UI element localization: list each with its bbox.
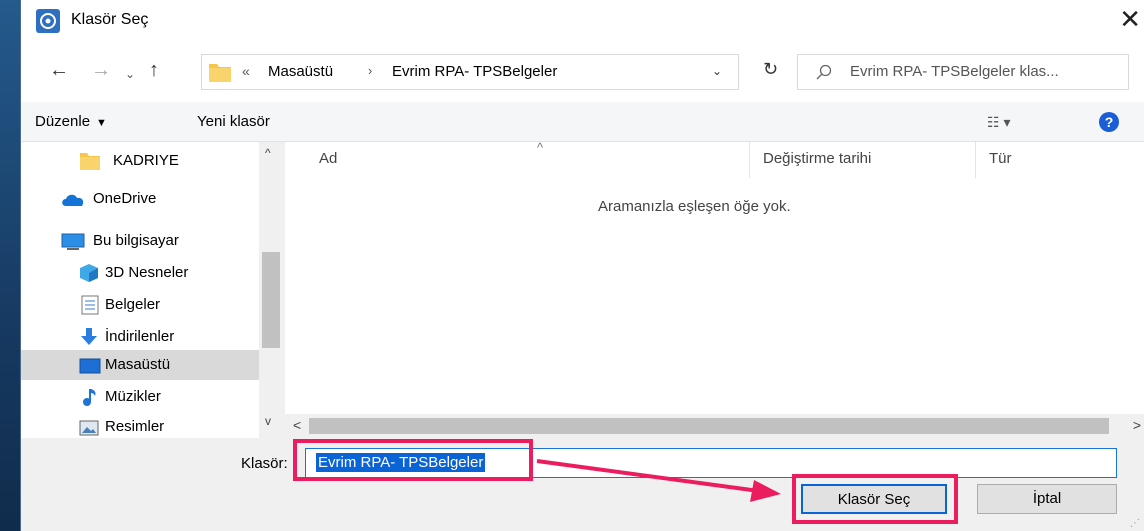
address-segment-desktop[interactable]: Masaüstü bbox=[268, 63, 333, 80]
organize-label: Düzenle bbox=[35, 113, 91, 130]
dialog-title: Klasör Seç bbox=[71, 11, 149, 28]
column-divider bbox=[975, 142, 976, 178]
tree-vertical-scrollbar[interactable]: ^ v bbox=[259, 142, 283, 438]
tree-item-label: Müzikler bbox=[105, 388, 161, 405]
scroll-up-icon[interactable]: ^ bbox=[265, 146, 271, 160]
back-arrow-icon[interactable]: ← bbox=[49, 60, 69, 80]
folder-select-dialog: Klasör Seç ✕ ← → ⌄ ↑ « Masaüstü › Evrim … bbox=[20, 0, 1144, 531]
app-icon bbox=[36, 9, 60, 33]
help-icon[interactable]: ? bbox=[1099, 112, 1119, 132]
cancel-button[interactable]: İptal bbox=[977, 484, 1117, 514]
tree-item-onedrive[interactable]: OneDrive bbox=[21, 184, 259, 214]
tree-item-label: 3D Nesneler bbox=[105, 264, 189, 281]
address-bar[interactable]: « Masaüstü › Evrim RPA- TPSBelgeler ⌄ bbox=[201, 54, 739, 90]
address-segment-current[interactable]: Evrim RPA- TPSBelgeler bbox=[392, 63, 557, 80]
search-icon bbox=[816, 64, 832, 80]
pictures-icon bbox=[79, 420, 99, 436]
navigation-pane: KADRIYE OneDrive Bu bilgisayar 3D Nesnel… bbox=[21, 142, 283, 438]
column-header-modified[interactable]: Değiştirme tarihi bbox=[763, 150, 871, 167]
scroll-left-icon[interactable]: < bbox=[293, 417, 301, 433]
address-dropdown-icon[interactable]: ⌄ bbox=[712, 64, 722, 78]
computer-icon bbox=[61, 233, 85, 250]
sort-ascending-icon: ^ bbox=[537, 140, 544, 155]
organize-button[interactable]: Düzenle ▼ bbox=[35, 113, 107, 130]
highlight-box-select-button bbox=[792, 474, 958, 524]
tree-item-documents[interactable]: Belgeler bbox=[21, 290, 259, 320]
cloud-icon bbox=[62, 194, 84, 206]
tree-item-label: Belgeler bbox=[105, 296, 161, 313]
tree-item-3d-objects[interactable]: 3D Nesneler bbox=[21, 258, 259, 288]
command-toolbar: Düzenle ▼ Yeni klasör ☷ ▾ ? bbox=[21, 102, 1144, 142]
refresh-icon[interactable]: ↻ bbox=[763, 60, 778, 78]
tree-item-downloads[interactable]: İndirilenler bbox=[21, 322, 259, 352]
music-icon bbox=[83, 389, 96, 406]
document-icon bbox=[81, 295, 99, 315]
folder-field-label: Klasör: bbox=[241, 455, 288, 472]
highlight-box-folder-input bbox=[293, 439, 533, 481]
scroll-thumb[interactable] bbox=[262, 252, 280, 348]
tree-item-label: İndirilenler bbox=[105, 328, 175, 345]
address-overflow-icon[interactable]: « bbox=[242, 63, 250, 79]
new-folder-button[interactable]: Yeni klasör bbox=[197, 113, 270, 130]
column-divider bbox=[749, 142, 750, 178]
tree-item-kadriye[interactable]: KADRIYE bbox=[21, 146, 259, 176]
close-icon[interactable]: ✕ bbox=[1119, 6, 1141, 32]
download-icon bbox=[81, 328, 97, 345]
empty-results-message: Aramanızla eşleşen öğe yok. bbox=[598, 198, 791, 215]
column-header-name[interactable]: Ad bbox=[319, 150, 337, 167]
file-list: ^ Ad Değiştirme tarihi Tür Aramanızla eş… bbox=[285, 140, 1144, 438]
file-list-horizontal-scrollbar[interactable]: < > bbox=[285, 414, 1144, 438]
address-chevron-icon[interactable]: › bbox=[368, 63, 372, 78]
scroll-right-icon[interactable]: > bbox=[1133, 417, 1141, 433]
folder-icon bbox=[209, 64, 231, 82]
tree-item-desktop[interactable]: Masaüstü bbox=[21, 350, 259, 380]
desktop-icon bbox=[79, 358, 101, 374]
column-header-type[interactable]: Tür bbox=[989, 150, 1012, 167]
tree-item-label: Bu bilgisayar bbox=[93, 232, 179, 249]
scroll-down-icon[interactable]: v bbox=[265, 414, 271, 428]
up-arrow-icon[interactable]: ↑ bbox=[149, 60, 159, 80]
title-bar: Klasör Seç ✕ bbox=[21, 0, 1144, 42]
tree-item-label: Masaüstü bbox=[105, 356, 171, 373]
tree-item-label: Resimler bbox=[105, 418, 165, 435]
tree-item-music[interactable]: Müzikler bbox=[21, 382, 259, 412]
view-options-icon[interactable]: ☷ ▾ bbox=[987, 114, 1010, 131]
tree-item-pictures[interactable]: Resimler bbox=[21, 412, 259, 438]
desktop-background bbox=[0, 0, 20, 531]
recent-locations-chevron-icon[interactable]: ⌄ bbox=[125, 64, 135, 84]
tree-item-this-pc[interactable]: Bu bilgisayar bbox=[21, 226, 259, 256]
scroll-thumb[interactable] bbox=[309, 418, 1109, 434]
resize-grip-icon[interactable]: ⋰ bbox=[1130, 518, 1140, 529]
tree-item-label: OneDrive bbox=[93, 190, 157, 207]
tree-item-label: KADRIYE bbox=[113, 152, 179, 169]
folder-icon bbox=[80, 153, 100, 170]
forward-arrow-icon[interactable]: → bbox=[91, 60, 111, 80]
search-input[interactable]: Evrim RPA- TPSBelgeler klas... bbox=[850, 63, 1059, 80]
cube-icon bbox=[80, 264, 98, 282]
navigation-bar: ← → ⌄ ↑ « Masaüstü › Evrim RPA- TPSBelge… bbox=[21, 42, 1144, 102]
caret-down-icon: ▼ bbox=[96, 117, 107, 129]
search-box[interactable]: Evrim RPA- TPSBelgeler klas... bbox=[797, 54, 1129, 90]
